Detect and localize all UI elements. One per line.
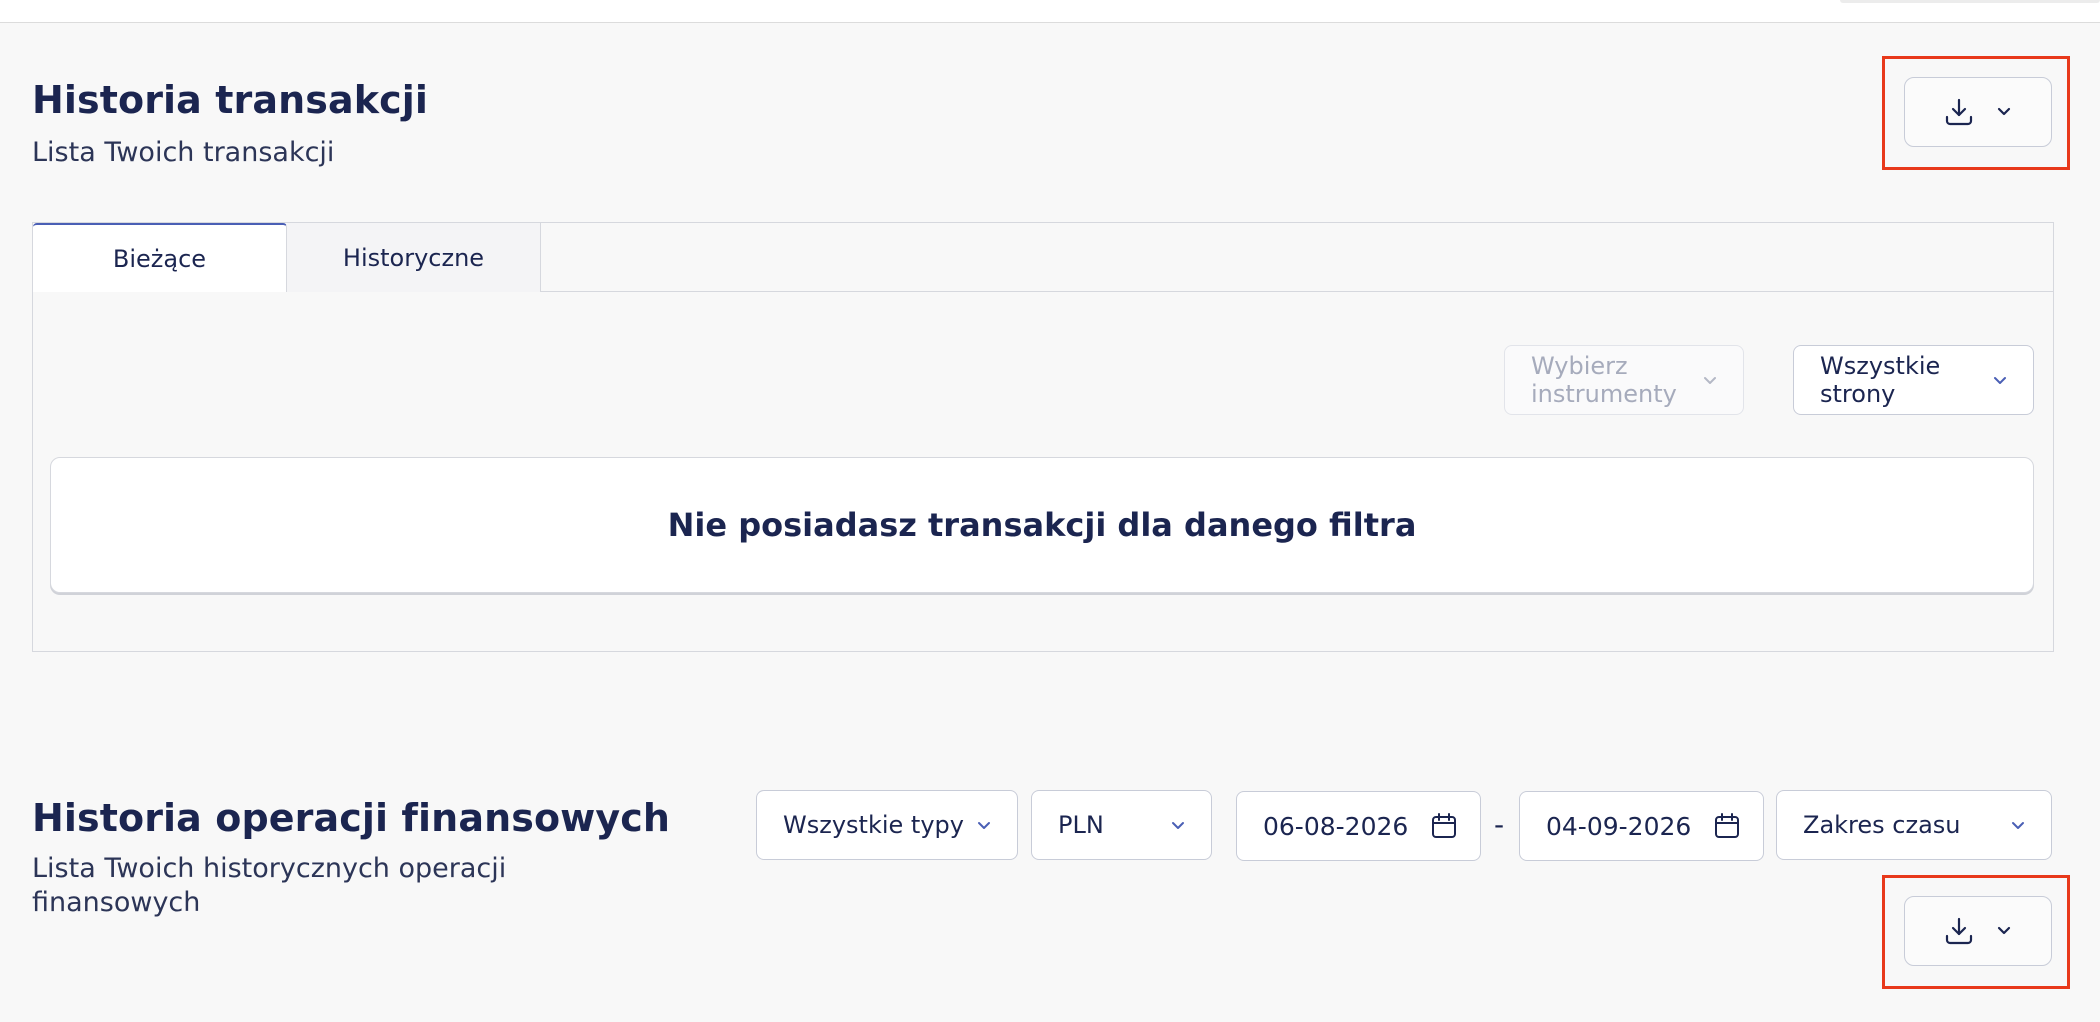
download-icon — [1944, 916, 1974, 946]
calendar-icon — [1430, 812, 1458, 840]
date-from-input[interactable]: 06-08-2026 — [1236, 791, 1481, 861]
top-bar — [0, 0, 2100, 23]
date-separator: - — [1494, 808, 1505, 841]
chevron-down-icon — [1993, 376, 2007, 385]
date-to-input[interactable]: 04-09-2026 — [1519, 791, 1764, 861]
top-bar-chip — [1840, 0, 2100, 3]
transactions-card: Bieżące Historyczne Wybierz instrumenty … — [32, 222, 2054, 652]
instrument-select[interactable]: Wybierz instrumenty — [1504, 345, 1744, 415]
currency-select-value: PLN — [1058, 811, 1104, 839]
chevron-down-icon — [1703, 376, 1717, 385]
tab-current-label: Bieżące — [112, 244, 207, 273]
empty-state-message: Nie posiadasz transakcji dla danego filt… — [667, 506, 1417, 544]
operations-subtitle: Lista Twoich historycznych operacji fina… — [32, 853, 507, 918]
side-select[interactable]: Wszystkie strony — [1793, 345, 2034, 415]
transactions-title: Historia transakcji — [32, 78, 428, 122]
currency-select[interactable]: PLN — [1031, 790, 1212, 860]
download-icon — [1944, 97, 1974, 127]
chevron-down-icon — [977, 821, 991, 830]
tab-historical[interactable]: Historyczne — [287, 223, 541, 292]
tab-current[interactable]: Bieżące — [33, 223, 287, 292]
transactions-subtitle: Lista Twoich transakcji — [32, 137, 335, 168]
date-from-value: 06-08-2026 — [1263, 811, 1409, 841]
time-range-select[interactable]: Zakres czasu — [1776, 790, 2052, 860]
transactions-download-button[interactable] — [1904, 77, 2052, 147]
empty-state: Nie posiadasz transakcji dla danego filt… — [50, 457, 2034, 593]
calendar-icon — [1713, 812, 1741, 840]
tab-historical-label: Historyczne — [342, 243, 485, 272]
chevron-down-icon — [2011, 821, 2025, 830]
date-to-value: 04-09-2026 — [1546, 811, 1692, 841]
operations-title: Historia operacji finansowych — [32, 796, 671, 840]
chevron-down-icon — [1171, 821, 1185, 830]
operation-type-select[interactable]: Wszystkie typy — [756, 790, 1018, 860]
chevron-down-icon — [1996, 926, 2012, 936]
chevron-down-icon — [1996, 107, 2012, 117]
side-select-value: Wszystkie strony — [1820, 352, 1941, 408]
instrument-select-placeholder: Wybierz instrumenty — [1531, 352, 1677, 408]
operation-type-value: Wszystkie typy — [783, 811, 964, 839]
operations-download-button[interactable] — [1904, 896, 2052, 966]
time-range-value: Zakres czasu — [1803, 811, 1961, 839]
